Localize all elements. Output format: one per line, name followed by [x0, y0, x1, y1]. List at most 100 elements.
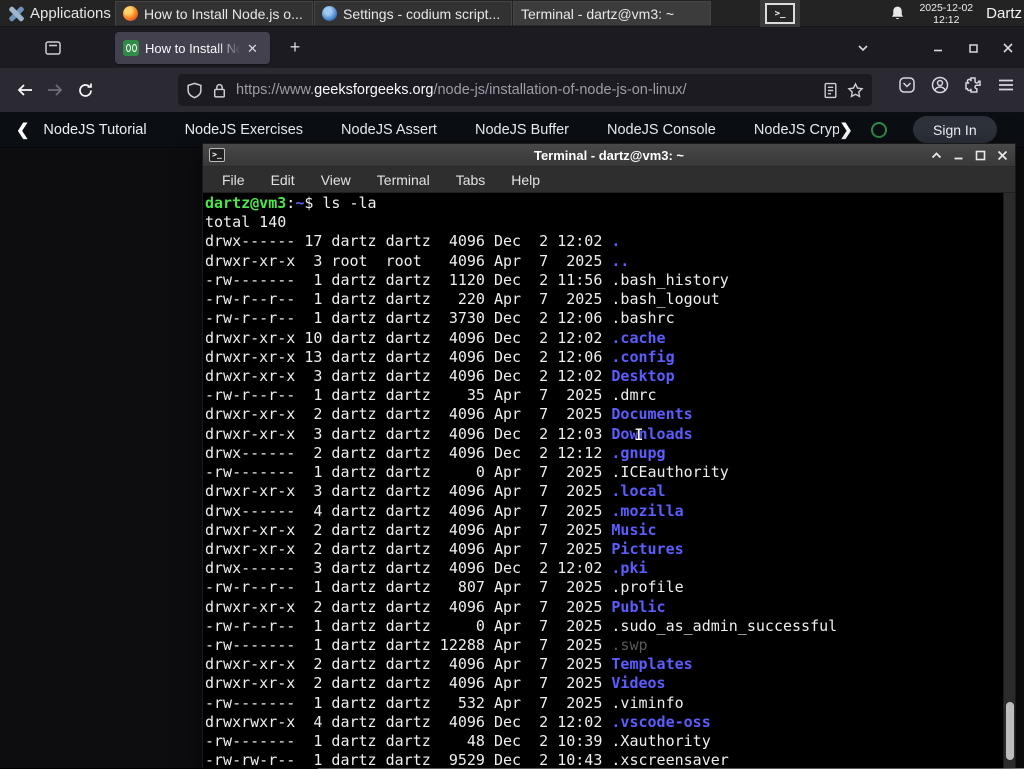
file-name: .bashrc	[611, 309, 675, 328]
nav-scroll-left-icon[interactable]: ❮	[16, 120, 29, 140]
listing-row: -rw-rw-r-- 1 dartz dartz 9529 Dec 2 10:4…	[205, 751, 729, 768]
sign-in-button[interactable]: Sign In	[912, 116, 997, 143]
panel-clock[interactable]: 2025-12-02 12:12	[919, 2, 973, 26]
listing-row: drwxrwxr-x 4 dartz dartz 4096 Dec 2 12:0…	[205, 712, 711, 731]
listing-row: drwxr-xr-x 13 dartz dartz 4096 Dec 2 12:…	[205, 347, 675, 366]
panel-window-button[interactable]: Terminal - dartz@vm3: ~	[317, 1, 1024, 769]
file-name: .	[611, 232, 621, 251]
window-maximize-icon[interactable]	[960, 35, 986, 61]
account-icon[interactable]	[930, 75, 950, 95]
browser-tab-active[interactable]: How to Install Node.js on ✕	[115, 32, 270, 64]
pocket-icon[interactable]	[897, 75, 917, 95]
panel-window-button[interactable]: Settings - codium script...	[314, 1, 512, 26]
listing-row: drwx------ 4 dartz dartz 4096 Apr 7 2025…	[205, 501, 684, 520]
site-nav-link[interactable]: NodeJS Console	[607, 122, 716, 138]
listing-row: drwxr-xr-x 3 dartz dartz 4096 Dec 2 12:0…	[205, 366, 675, 385]
listing-row: drwxr-xr-x 2 dartz dartz 4096 Apr 7 2025…	[205, 655, 693, 674]
notifications-bell-icon[interactable]	[889, 5, 906, 22]
terminal-shade-icon[interactable]	[930, 149, 943, 162]
url-bar[interactable]: https://www.geeksforgeeks.org/node-js/in…	[178, 74, 872, 106]
url-text: https://www.geeksforgeeks.org/node-js/in…	[236, 82, 687, 98]
tab-close-icon[interactable]: ✕	[247, 42, 258, 55]
system-tray: 2025-12-02 12:12 Dartz	[889, 0, 1024, 27]
file-name: Public	[611, 597, 666, 616]
lock-icon[interactable]	[211, 82, 228, 99]
terminal-title-bar[interactable]: >_ Terminal - dartz@vm3: ~	[203, 144, 1015, 167]
forward-button[interactable]	[40, 75, 70, 105]
window-button-label: Settings - codium script...	[343, 5, 501, 22]
file-name: Videos	[611, 674, 666, 693]
clock-date: 2025-12-02	[919, 1, 974, 14]
typed-command: ls -la	[322, 194, 377, 212]
reload-button[interactable]	[70, 75, 100, 105]
panel-user-label: Dartz	[986, 5, 1022, 22]
file-name: Documents	[611, 405, 693, 424]
terminal-close-icon[interactable]	[996, 149, 1009, 162]
listing-row: -rw-r--r-- 1 dartz dartz 3730 Dec 2 12:0…	[205, 309, 675, 328]
extensions-icon[interactable]	[963, 75, 983, 95]
site-nav-link[interactable]: NodeJS Exercises	[185, 122, 303, 138]
reader-view-icon[interactable]	[822, 82, 839, 99]
listing-row: drwxr-xr-x 3 dartz dartz 4096 Dec 2 12:0…	[205, 424, 693, 443]
file-name: .vscode-oss	[611, 712, 711, 731]
search-icon[interactable]	[870, 121, 887, 138]
firefox-view-icon[interactable]	[40, 35, 66, 61]
terminal-menu-item[interactable]: Terminal	[377, 172, 430, 188]
terminal-launcher[interactable]: >_	[760, 0, 800, 27]
new-tab-button[interactable]: +	[284, 37, 306, 59]
file-name: .Xauthority	[611, 732, 711, 751]
toolbar-right-icons	[897, 75, 1016, 95]
listing-row: drwxr-xr-x 2 dartz dartz 4096 Apr 7 2025…	[205, 405, 693, 424]
listing-row: drwxr-xr-x 3 dartz dartz 4096 Apr 7 2025…	[205, 482, 666, 501]
file-name: .bash_history	[611, 270, 729, 289]
site-nav-link[interactable]: NodeJS Crypto	[754, 122, 840, 138]
file-name: .swp	[611, 636, 648, 655]
geeksforgeeks-favicon	[123, 40, 139, 56]
list-tabs-chevron-icon[interactable]	[850, 35, 876, 61]
panel-window-button[interactable]: How to Install Node.js o...	[115, 1, 313, 26]
listing-row: -rw-r--r-- 1 dartz dartz 0 Apr 7 2025 .s…	[205, 616, 838, 635]
hamburger-menu-icon[interactable]	[996, 75, 1016, 95]
tracking-shield-icon[interactable]	[186, 82, 203, 99]
file-name: Music	[611, 520, 657, 539]
terminal-menu-item[interactable]: File	[222, 172, 245, 188]
listing-row: -rw------- 1 dartz dartz 0 Apr 7 2025 .I…	[205, 463, 729, 482]
window-button-label: Terminal - dartz@vm3: ~	[521, 5, 675, 22]
listing-row: drwx------ 3 dartz dartz 4096 Dec 2 12:0…	[205, 559, 648, 578]
file-name: Templates	[611, 655, 693, 674]
top-panel: Applications How to Install Node.js o...…	[0, 0, 1024, 769]
applications-menu[interactable]: Applications	[0, 0, 133, 27]
url-domain: geeksforgeeks.org	[314, 82, 434, 98]
listing-row: drwx------ 17 dartz dartz 4096 Dec 2 12:…	[205, 232, 621, 251]
window-close-icon[interactable]	[995, 35, 1021, 61]
nav-scroll-right-icon[interactable]: ❯	[839, 120, 852, 140]
site-nav-link[interactable]: NodeJS Assert	[341, 122, 437, 138]
listing-row: drwxr-xr-x 3 root root 4096 Apr 7 2025 .…	[205, 251, 630, 270]
terminal-menu-bar: File Edit View Terminal Tabs Help	[203, 167, 1015, 193]
bookmark-star-icon[interactable]	[847, 81, 864, 99]
listing-row: -rw------- 1 dartz dartz 1120 Dec 2 11:5…	[205, 270, 729, 289]
file-name: .mozilla	[611, 501, 684, 520]
listing-row: drwxr-xr-x 2 dartz dartz 4096 Apr 7 2025…	[205, 597, 666, 616]
scrollbar-thumb[interactable]	[1006, 702, 1014, 760]
distro-logo-icon	[8, 5, 25, 22]
file-listing: drwx------ 17 dartz dartz 4096 Dec 2 12:…	[205, 232, 1015, 768]
terminal-menu-item[interactable]: View	[321, 172, 351, 188]
terminal-menu-item[interactable]: Edit	[271, 172, 295, 188]
terminal-output[interactable]: dartz@vm3:~$ ls -la total 140 drwx------…	[203, 193, 1015, 768]
terminal-scrollbar[interactable]	[1003, 193, 1015, 768]
back-button[interactable]	[10, 75, 40, 105]
window-app-icon	[322, 6, 337, 21]
site-nav-link[interactable]: NodeJS Tutorial	[43, 122, 146, 138]
terminal-menu-item[interactable]: Help	[511, 172, 540, 188]
prompt-path: ~	[295, 194, 305, 212]
window-minimize-icon[interactable]	[925, 35, 951, 61]
site-nav-link[interactable]: NodeJS Buffer	[475, 122, 569, 138]
file-name: .xscreensaver	[611, 751, 729, 768]
terminal-maximize-icon[interactable]	[974, 149, 987, 162]
file-name: .dmrc	[611, 386, 657, 405]
listing-row: -rw------- 1 dartz dartz 48 Dec 2 10:39 …	[205, 732, 711, 751]
firefox-tab-bar: How to Install Node.js on ✕ +	[0, 27, 1024, 68]
terminal-minimize-icon[interactable]	[952, 149, 965, 162]
terminal-menu-item[interactable]: Tabs	[456, 172, 486, 188]
